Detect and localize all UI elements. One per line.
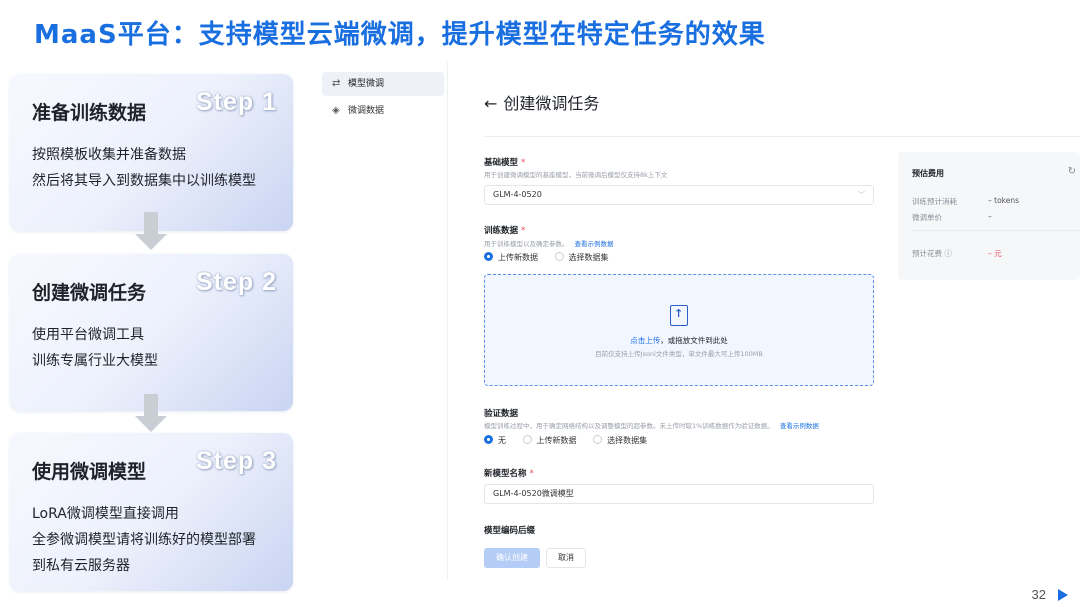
train-data-hint: 用于训练模型以及确定参数。 查看示例数据	[484, 238, 614, 248]
step-card-1: 准备训练数据 Step 1 按照模板收集并准备数据 然后将其导入到数据集中以训练…	[10, 74, 293, 231]
radio-label: 上传新数据	[498, 253, 538, 262]
val-data-hint: 模型训练过程中，用于确定网络结构以及调整模型的超参数。未上传时取1%训练数据作为…	[484, 420, 819, 430]
step-desc-line: 按照模板收集并准备数据	[32, 147, 186, 163]
view-sample-data-link[interactable]: 查看示例数据	[575, 240, 614, 248]
step-description: LoRA微调模型直接调用 全参微调模型请将训练好的模型部署 到私有云服务器	[32, 501, 256, 579]
radio-dot	[593, 435, 603, 444]
step-desc-line: 全参微调模型请将训练好的模型部署	[32, 532, 256, 548]
upload-file-icon	[670, 305, 688, 326]
sliders-icon: ⇄	[332, 78, 341, 89]
new-model-name-label: 新模型名称 *	[484, 467, 534, 479]
step-badge: Step 2	[195, 268, 277, 296]
step-desc-line: 然后将其导入到数据集中以训练模型	[32, 173, 256, 189]
step-desc-line: LoRA微调模型直接调用	[32, 506, 179, 522]
radio-label: 无	[498, 436, 506, 445]
step-card-2: 创建微调任务 Step 2 使用平台微调工具 训练专属行业大模型	[10, 254, 293, 411]
radio-upload-new-data[interactable]: 上传新数据	[484, 252, 538, 263]
step-badge: Step 1	[195, 88, 277, 116]
divider	[912, 230, 1080, 231]
step-description: 使用平台微调工具 训练专属行业大模型	[32, 322, 158, 374]
radio-dot	[484, 435, 493, 444]
chevron-down-icon: ﹀	[858, 191, 865, 199]
back-arrow-icon[interactable]: ←	[484, 94, 497, 113]
cost-estimate-panel: 预估费用 ↻ 训练预计消耗 – tokens 微调单价 – 预计花费 ⓘ – 元	[898, 152, 1080, 280]
radio-upload-new-data[interactable]: 上传新数据	[522, 435, 577, 446]
base-model-select[interactable]: GLM-4-0520 ﹀	[484, 185, 874, 205]
radio-select-dataset[interactable]: 选择数据集	[593, 435, 647, 446]
cost-row-total: 预计花费 ⓘ – 元	[912, 248, 1002, 259]
info-icon[interactable]: ⓘ	[944, 249, 952, 258]
cancel-button[interactable]: 取消	[546, 548, 586, 568]
base-model-label: 基础模型 *	[484, 156, 525, 168]
train-data-radio-group: 上传新数据 选择数据集	[484, 252, 623, 263]
step-card-3: 使用微调模型 Step 3 LoRA微调模型直接调用 全参微调模型请将训练好的模…	[10, 433, 293, 591]
val-data-label: 验证数据	[484, 409, 519, 419]
required-mark: *	[520, 158, 526, 168]
slide-title: MaaS平台：支持模型云端微调，提升模型在特定任务的效果	[34, 20, 766, 50]
cost-total-value: – 元	[988, 249, 1002, 258]
base-model-value: GLM-4-0520	[493, 190, 542, 199]
view-sample-data-link[interactable]: 查看示例数据	[780, 422, 819, 430]
radio-dot	[554, 252, 564, 261]
main-panel: ← 创建微调任务 基础模型 * 用于创建微调模型的基座模型，当前微调后模型仅支持8…	[458, 62, 1080, 580]
sidebar-item-label: 微调数据	[348, 106, 385, 116]
new-model-name-input[interactable]: GLM-4-0520微调模型	[484, 484, 874, 504]
cost-label: 训练预计消耗	[912, 197, 957, 206]
page-title: 创建微调任务	[503, 94, 600, 113]
radio-dot	[522, 435, 532, 444]
required-mark: *	[520, 226, 526, 236]
train-data-label: 训练数据 *	[484, 224, 525, 236]
cost-row-unit-price: 微调单价 –	[912, 212, 992, 223]
step-desc-line: 到私有云服务器	[32, 558, 130, 574]
val-data-hint-text: 模型训练过程中，用于确定网络结构以及调整模型的超参数。未上传时取1%训练数据作为…	[484, 422, 774, 430]
radio-label: 上传新数据	[536, 436, 577, 445]
click-upload-link[interactable]: 点击上传	[630, 336, 660, 345]
radio-dot	[484, 252, 493, 261]
step-name: 使用微调模型	[32, 461, 147, 483]
page-header: ← 创建微调任务	[484, 90, 599, 114]
base-model-label-text: 基础模型	[484, 158, 519, 168]
step-description: 按照模板收集并准备数据 然后将其导入到数据集中以训练模型	[32, 142, 256, 194]
sidebar-item-model-finetune[interactable]: ⇄ 模型微调	[322, 72, 444, 96]
val-data-radio-group: 无 上传新数据 选择数据集	[484, 435, 661, 446]
radio-select-dataset[interactable]: 选择数据集	[554, 252, 609, 263]
sidebar: ⇄ 模型微调 ◈ 微调数据	[320, 62, 448, 580]
divider	[484, 136, 1080, 137]
upload-text-rest: ，或拖放文件到此处	[660, 336, 728, 345]
new-model-name-label-text: 新模型名称	[484, 469, 527, 479]
base-model-hint: 用于创建微调模型的基座模型，当前微调后模型仅支持8k上下文	[484, 171, 668, 179]
page-number: 32	[1031, 587, 1046, 602]
cost-value: –	[988, 212, 992, 221]
cost-row-tokens: 训练预计消耗 – tokens	[912, 196, 1019, 207]
required-mark: *	[529, 469, 534, 479]
cost-label: 预计花费	[912, 249, 942, 258]
layers-icon: ◈	[332, 105, 340, 116]
step-badge: Step 3	[195, 447, 277, 475]
radio-label: 选择数据集	[607, 436, 648, 445]
sidebar-item-finetune-data[interactable]: ◈ 微调数据	[322, 99, 444, 123]
train-data-label-text: 训练数据	[484, 226, 519, 236]
down-arrow-icon	[135, 212, 167, 252]
app-screenshot: ⇄ 模型微调 ◈ 微调数据 ← 创建微调任务 基础模型 * 用于创建微调模型的基座…	[320, 62, 1080, 580]
upload-text: 点击上传，或拖放文件到此处	[485, 335, 873, 346]
sidebar-item-label: 模型微调	[348, 79, 385, 89]
down-arrow-icon	[135, 394, 167, 434]
step-name: 准备训练数据	[32, 102, 147, 124]
upload-dropzone[interactable]: 点击上传，或拖放文件到此处 目前仅支持上传Jsonl文件类型，单文件最大可上传1…	[484, 274, 874, 386]
play-triangle-icon[interactable]	[1058, 589, 1068, 601]
step-desc-line: 训练专属行业大模型	[32, 353, 158, 369]
model-suffix-label: 模型编码后缀	[484, 526, 536, 536]
step-name: 创建微调任务	[32, 282, 147, 304]
cost-value: – tokens	[988, 196, 1020, 205]
upload-sub-hint: 目前仅支持上传Jsonl文件类型，单文件最大可上传100MB	[595, 350, 763, 358]
radio-label: 选择数据集	[568, 253, 609, 262]
cost-label: 微调单价	[912, 213, 942, 222]
radio-none[interactable]: 无	[484, 435, 506, 446]
confirm-create-button[interactable]: 确认创建	[484, 548, 540, 568]
step-desc-line: 使用平台微调工具	[32, 327, 144, 343]
cost-title: 预估费用	[912, 169, 944, 178]
train-data-hint-text: 用于训练模型以及确定参数。	[484, 240, 569, 248]
refresh-icon[interactable]: ↻	[1068, 166, 1076, 177]
